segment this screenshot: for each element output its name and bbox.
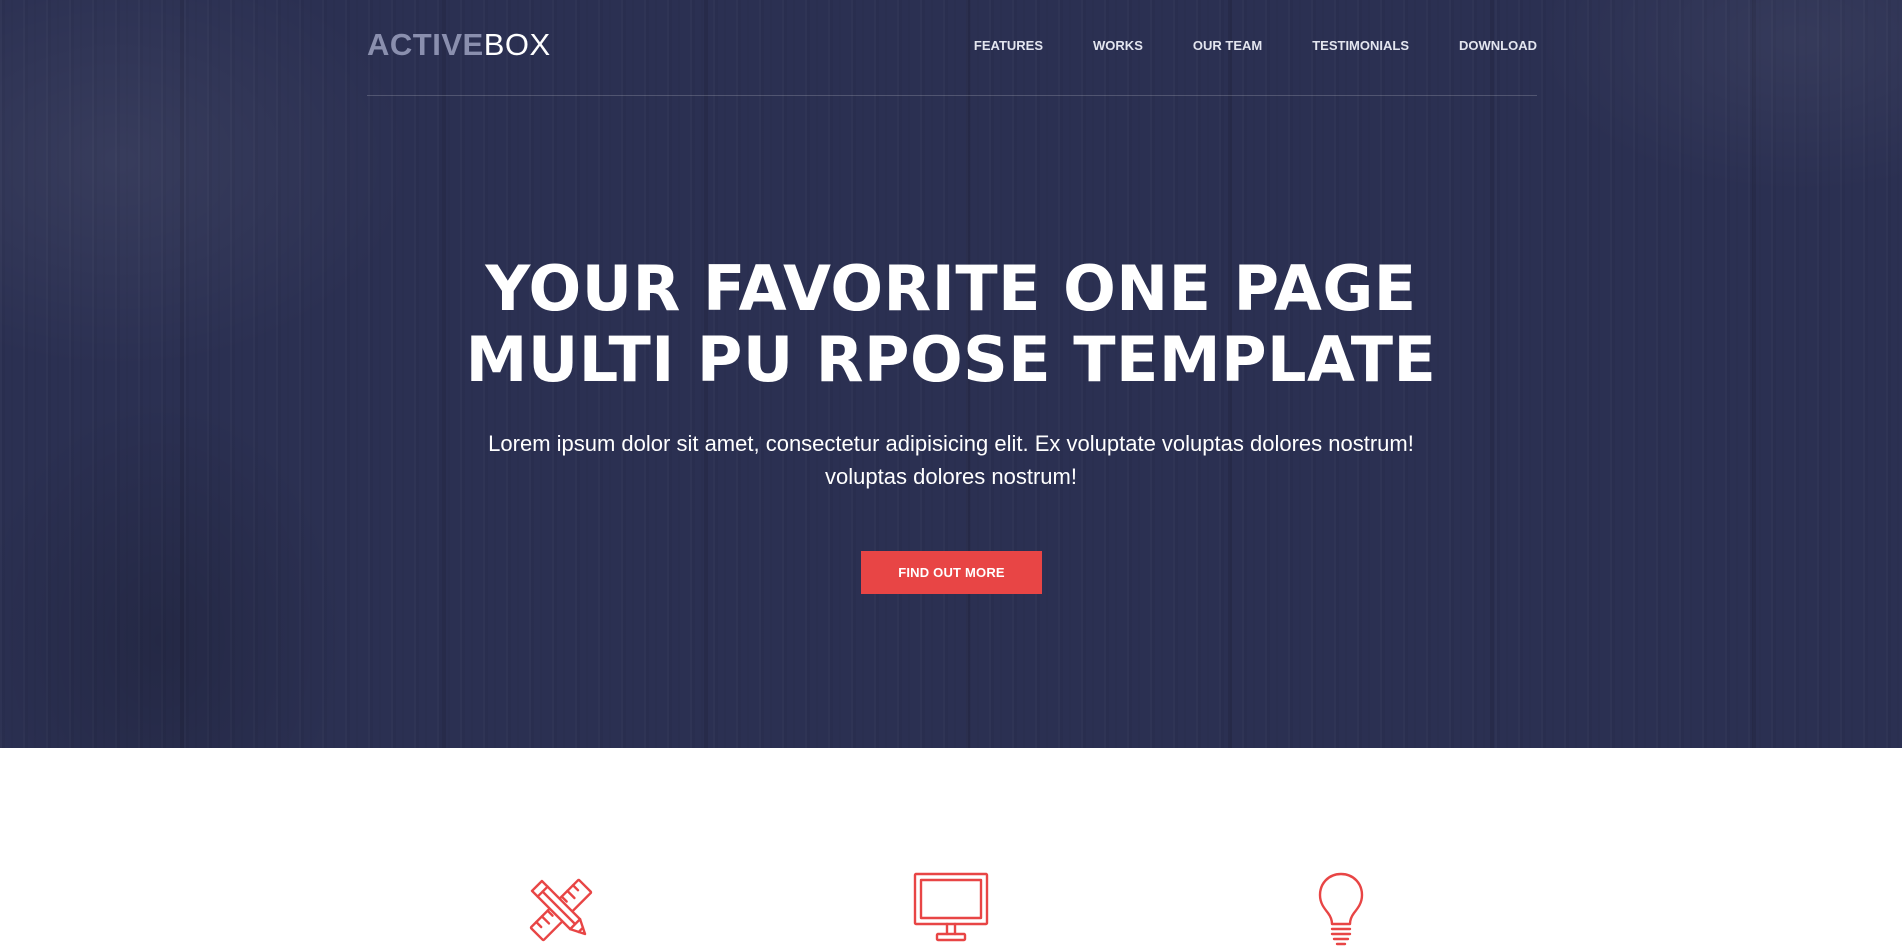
menu-item: FEATURES bbox=[924, 38, 1043, 54]
subtitle-line-1: Lorem ipsum dolor sit amet, consectetur … bbox=[488, 431, 1414, 456]
hero-subtitle: Lorem ipsum dolor sit amet, consectetur … bbox=[0, 427, 1902, 493]
menu-item: OUR TEAM bbox=[1143, 38, 1262, 54]
nav-link-download[interactable]: DOWNLOAD bbox=[1459, 38, 1537, 54]
nav-link-our-team[interactable]: OUR TEAM bbox=[1193, 38, 1262, 54]
menu-item: DOWNLOAD bbox=[1409, 38, 1537, 54]
logo-text-box: BOX bbox=[483, 27, 551, 62]
lightbulb-icon bbox=[1301, 870, 1381, 950]
nav-link-features[interactable]: FEATURES bbox=[974, 38, 1043, 54]
logo-text-active: ACTIVE bbox=[367, 27, 484, 62]
headline-line-2: MULTI PU RPOSE TEMPLATE bbox=[465, 323, 1437, 396]
nav-link-works[interactable]: WORKS bbox=[1093, 38, 1143, 54]
nav-link-testimonials[interactable]: TESTIMONIALS bbox=[1312, 38, 1409, 54]
top-navbar: ACTIVEBOX FEATURES WORKS OUR TEAM TESTIM… bbox=[367, 0, 1537, 96]
hero-headline: YOUR FAVORITE ONE PAGE MULTI PU RPOSE TE… bbox=[0, 253, 1902, 395]
subtitle-line-2: voluptas dolores nostrum! bbox=[825, 464, 1077, 489]
headline-line-1: YOUR FAVORITE ONE PAGE bbox=[485, 252, 1417, 325]
pencil-ruler-icon bbox=[521, 870, 601, 950]
monitor-icon bbox=[911, 870, 991, 950]
brand-logo[interactable]: ACTIVEBOX bbox=[367, 27, 551, 63]
find-out-more-button[interactable]: FIND OUT MORE bbox=[861, 551, 1042, 594]
main-menu: FEATURES WORKS OUR TEAM TESTIMONIALS DOW… bbox=[924, 38, 1537, 54]
hero-section: ACTIVEBOX FEATURES WORKS OUR TEAM TESTIM… bbox=[0, 0, 1902, 748]
menu-item: TESTIMONIALS bbox=[1262, 38, 1409, 54]
features-section bbox=[0, 748, 1902, 951]
menu-item: WORKS bbox=[1043, 38, 1143, 54]
